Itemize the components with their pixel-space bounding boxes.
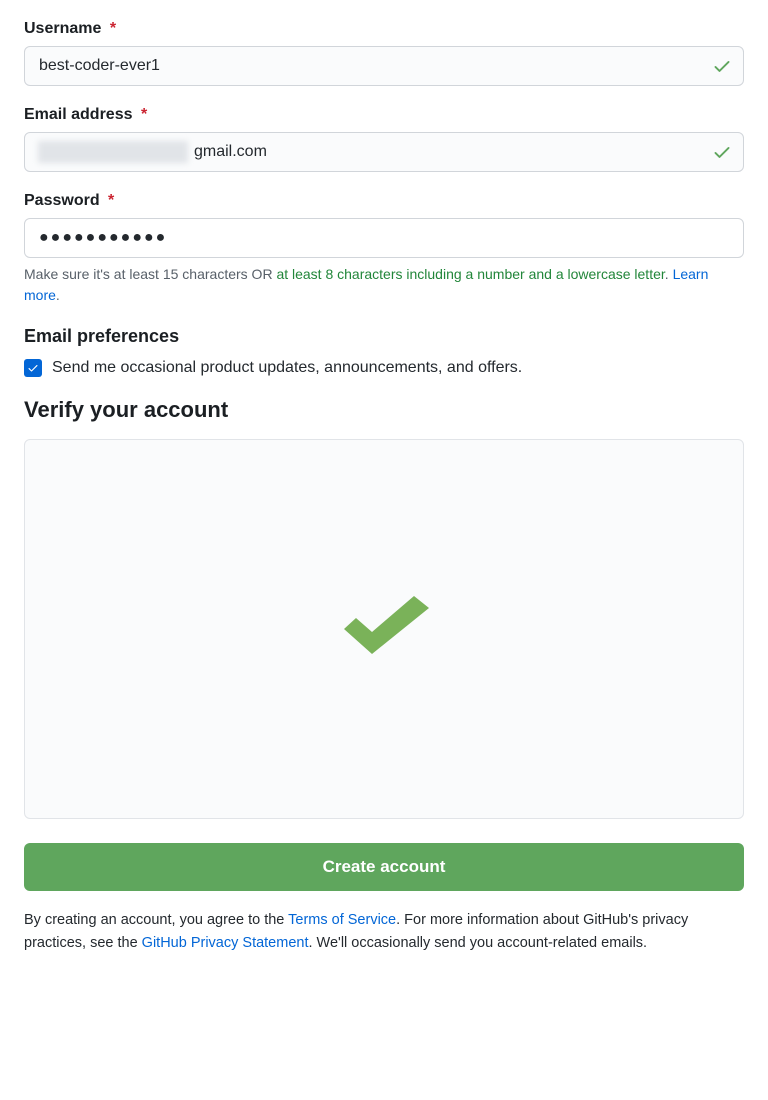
password-label: Password * — [24, 192, 744, 210]
email-label: Email address * — [24, 106, 744, 124]
username-group: Username * — [24, 20, 744, 86]
password-help-green: at least 8 characters including a number… — [276, 266, 664, 282]
email-label-text: Email address — [24, 106, 133, 123]
check-icon — [712, 142, 732, 162]
checkbox-check-icon — [27, 362, 39, 374]
privacy-statement-link[interactable]: GitHub Privacy Statement — [142, 935, 309, 951]
email-prefs-heading: Email preferences — [24, 326, 744, 347]
required-star: * — [141, 106, 147, 123]
password-input-wrapper — [24, 218, 744, 258]
password-group: Password * Make sure it's at least 15 ch… — [24, 192, 744, 306]
terms-part3: . We'll occasionally send you account-re… — [309, 935, 648, 951]
verify-heading: Verify your account — [24, 397, 744, 423]
email-prefs-group: Email preferences Send me occasional pro… — [24, 326, 744, 377]
username-label: Username * — [24, 20, 744, 38]
password-label-text: Password — [24, 192, 100, 209]
email-input-wrapper: gmail.com — [24, 132, 744, 172]
verify-box — [24, 439, 744, 819]
password-input[interactable] — [24, 218, 744, 258]
username-label-text: Username — [24, 20, 101, 37]
terms-text: By creating an account, you agree to the… — [24, 909, 744, 955]
email-prefs-row: Send me occasional product updates, anno… — [24, 359, 744, 377]
password-help: Make sure it's at least 15 characters OR… — [24, 264, 744, 306]
email-prefs-checkbox[interactable] — [24, 359, 42, 377]
check-icon — [712, 56, 732, 76]
required-star: * — [108, 192, 114, 209]
verify-check-icon — [334, 594, 434, 664]
terms-part1: By creating an account, you agree to the — [24, 912, 288, 928]
create-account-button[interactable]: Create account — [24, 843, 744, 891]
required-star: * — [110, 20, 116, 37]
verify-section: Verify your account — [24, 397, 744, 819]
terms-of-service-link[interactable]: Terms of Service — [288, 912, 396, 928]
email-prefs-label: Send me occasional product updates, anno… — [52, 359, 522, 377]
username-input-wrapper — [24, 46, 744, 86]
username-input[interactable] — [24, 46, 744, 86]
email-input[interactable] — [24, 132, 744, 172]
password-help-prefix: Make sure it's at least 15 characters OR — [24, 266, 276, 282]
email-group: Email address * gmail.com — [24, 106, 744, 172]
password-help-after: . — [665, 266, 673, 282]
password-help-period: . — [56, 287, 60, 303]
